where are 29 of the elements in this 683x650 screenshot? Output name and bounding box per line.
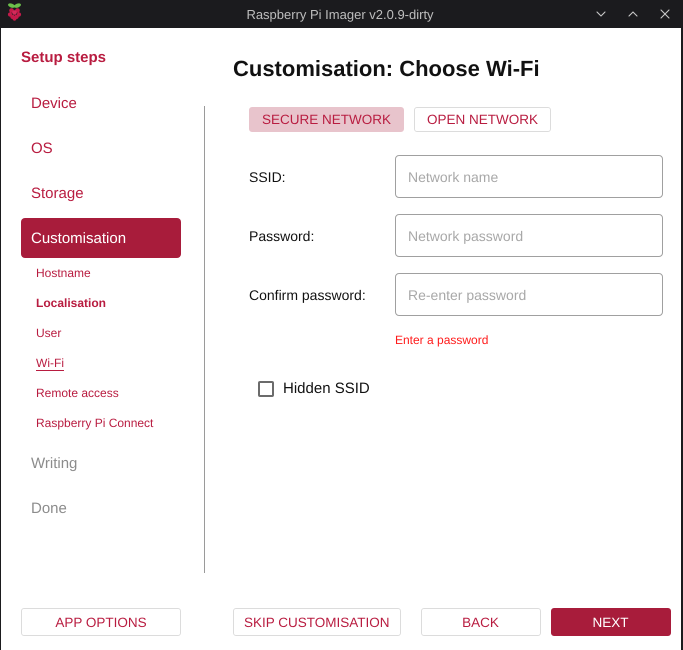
field-label: SSID: bbox=[249, 168, 286, 184]
window-title: Raspberry Pi Imager v2.0.9-dirty bbox=[246, 6, 434, 22]
sidebar-subitem[interactable]: Raspberry Pi Connect bbox=[36, 408, 154, 438]
input-field[interactable]: Re-enter password bbox=[395, 273, 663, 316]
checkbox-label: Hidden SSID bbox=[283, 380, 370, 397]
error-message: Enter a password bbox=[395, 332, 488, 348]
sidebar-subitem[interactable]: Hostname bbox=[36, 258, 91, 288]
sidebar-subitem[interactable]: Wi-Fi bbox=[36, 348, 64, 378]
sidebar-subitem[interactable]: Remote access bbox=[36, 378, 119, 408]
sidebar-item[interactable]: Device bbox=[21, 83, 181, 123]
sidebar-item[interactable]: Customisation bbox=[21, 218, 181, 258]
footer-button[interactable]: NEXT bbox=[550, 608, 671, 636]
raspberry-icon bbox=[7, 2, 22, 20]
sidebar-subitem[interactable]: Localisation bbox=[36, 288, 106, 318]
field-label: Password: bbox=[249, 228, 314, 244]
footer-button[interactable]: BACK bbox=[420, 608, 541, 636]
checkbox[interactable] bbox=[258, 380, 274, 396]
input-field[interactable]: Network name bbox=[395, 155, 663, 198]
network-type-tab[interactable]: OPEN NETWORK bbox=[414, 107, 552, 132]
sidebar-subitem[interactable]: User bbox=[36, 318, 62, 348]
field-label: Confirm password: bbox=[249, 286, 366, 302]
sidebar-item[interactable]: OS bbox=[21, 128, 181, 168]
app-options-button[interactable]: APP OPTIONS bbox=[21, 608, 181, 636]
footer-button[interactable]: SKIP CUSTOMISATION bbox=[233, 608, 401, 636]
sidebar-title: Setup steps bbox=[21, 48, 106, 68]
sidebar-item[interactable]: Storage bbox=[21, 173, 181, 213]
page-heading: Customisation: Choose Wi-Fi bbox=[233, 56, 540, 82]
input-field[interactable]: Network password bbox=[395, 214, 663, 257]
network-type-tab[interactable]: SECURE NETWORK bbox=[249, 107, 404, 132]
